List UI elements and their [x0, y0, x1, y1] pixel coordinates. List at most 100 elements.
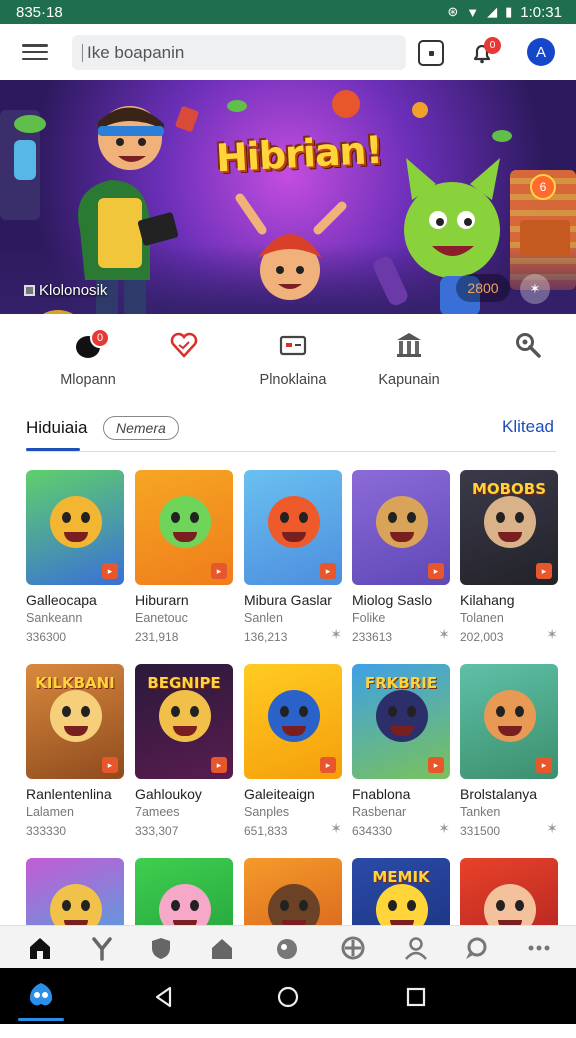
search-icon: [516, 333, 541, 358]
house-icon[interactable]: [208, 934, 236, 962]
game-count: 233613: [352, 630, 393, 644]
game-card[interactable]: MOBOBS ▸ Kilahang Tolanen 202,003 ✶: [460, 470, 558, 650]
thumbnail-title: FRKBRIE: [364, 674, 438, 692]
ticket-icon: [279, 335, 307, 356]
battery-icon: ▮: [505, 4, 513, 19]
game-card[interactable]: ▸ Brolstalanya Tanken 331500 ✶: [460, 664, 558, 844]
scan-icon[interactable]: [418, 40, 444, 66]
game-subtitle: Sankeann: [26, 611, 83, 625]
game-card[interactable]: FRKBRIE ▸ Fnablona Rasbenar 634330 ✶: [352, 664, 450, 844]
category-row: 0 Mlopann Plnoklaina Kapunain: [0, 320, 576, 400]
game-card[interactable]: ▸ Mibura Gaslar Sanlen 136,213 ✶: [244, 470, 342, 650]
share-icon[interactable]: ✶: [520, 274, 550, 304]
status-clock: 1:0:31: [520, 3, 562, 21]
hero-title: Hibrian!: [214, 127, 383, 181]
game-count: 333,307: [135, 824, 179, 838]
y-icon[interactable]: [88, 934, 116, 962]
category-badge: 0: [90, 328, 110, 348]
game-card[interactable]: ▸ Miolog Saslo Folike 233613 ✶: [352, 470, 450, 650]
search-placeholder: Ike boapanin: [87, 42, 185, 62]
caption-square-icon: [24, 285, 35, 296]
game-subtitle: 7amees: [135, 805, 180, 819]
game-count: 634330: [352, 824, 393, 838]
game-card[interactable]: ▸ Hiburarn Eanetouc 231,918: [135, 470, 233, 650]
star-icon[interactable]: ✶: [546, 820, 558, 837]
game-name: Galleocapa: [26, 592, 97, 608]
profile-icon[interactable]: [402, 934, 430, 962]
game-subtitle: Sanlen: [244, 611, 283, 625]
chat-icon[interactable]: [462, 934, 490, 962]
cloud-icon[interactable]: [273, 934, 301, 962]
app-logo-icon[interactable]: [26, 980, 56, 1010]
category-item-1[interactable]: [124, 320, 244, 400]
avatar[interactable]: A: [527, 38, 555, 66]
heart-icon: [170, 332, 198, 358]
play-badge-icon: ▸: [211, 563, 227, 579]
star-icon[interactable]: ✶: [438, 820, 450, 837]
play-badge-icon: ▸: [320, 563, 336, 579]
game-thumbnail[interactable]: MOBOBS ▸: [460, 470, 558, 585]
compass-icon[interactable]: [339, 934, 367, 962]
search-input[interactable]: Ike boapanin: [72, 35, 406, 70]
game-card[interactable]: BEGNIPE ▸ Gahloukoy 7amees 333,307: [135, 664, 233, 844]
status-icons: ⊛ ▼ ◢ ▮ 1:0:31: [447, 4, 562, 21]
game-thumbnail[interactable]: ▸: [352, 470, 450, 585]
thumbnail-title: KILKBANI: [35, 674, 115, 692]
recents-icon[interactable]: [403, 984, 429, 1010]
see-all-link[interactable]: Klitead: [502, 417, 554, 437]
section-header: Hiduiaia Nemera Klitead: [0, 408, 576, 452]
star-icon[interactable]: ✶: [546, 626, 558, 643]
game-count: 333330: [26, 824, 67, 838]
game-thumbnail[interactable]: ▸: [460, 664, 558, 779]
game-card[interactable]: ▸ Galleocapa Sankeann 336300: [26, 470, 124, 650]
play-badge-icon: ▸: [320, 757, 336, 773]
more-icon[interactable]: [525, 934, 553, 962]
game-thumbnail[interactable]: FRKBRIE ▸: [352, 664, 450, 779]
game-thumbnail[interactable]: KILKBANI ▸: [26, 664, 124, 779]
game-count: 331500: [460, 824, 501, 838]
game-subtitle: Folike: [352, 611, 386, 625]
category-item-3[interactable]: Kapunain: [349, 320, 469, 400]
menu-icon[interactable]: [22, 40, 48, 64]
game-name: Ranlentenlina: [26, 786, 112, 802]
game-thumbnail[interactable]: ▸: [135, 470, 233, 585]
game-thumbnail[interactable]: ▸: [244, 664, 342, 779]
game-subtitle: Sanples: [244, 805, 290, 819]
play-badge-icon: ▸: [428, 757, 444, 773]
section-title[interactable]: Hiduiaia: [26, 418, 87, 438]
star-icon[interactable]: ✶: [330, 626, 342, 643]
game-name: Hiburarn: [135, 592, 189, 608]
back-icon[interactable]: [151, 984, 177, 1010]
game-subtitle: Tolanen: [460, 611, 504, 625]
home-button-icon[interactable]: [275, 984, 301, 1010]
notification-badge: 0: [484, 37, 501, 54]
game-subtitle: Rasbenar: [352, 805, 407, 819]
thumbnail-title: MOBOBS: [471, 480, 547, 498]
category-item-2[interactable]: Plnoklaina: [233, 320, 353, 400]
game-name: Miolog Saslo: [352, 592, 433, 608]
game-card[interactable]: ▸ Galeiteaign Sanples 651,833 ✶: [244, 664, 342, 844]
game-subtitle: Eanetouc: [135, 611, 188, 625]
game-thumbnail[interactable]: ▸: [26, 470, 124, 585]
play-badge-icon: ▸: [102, 757, 118, 773]
status-bar: 835·18 ⊛ ▼ ◢ ▮ 1:0:31: [0, 0, 576, 24]
hero-price-pill[interactable]: 2800: [456, 274, 510, 302]
category-label: Kapunain: [378, 372, 440, 388]
category-item-4[interactable]: [468, 320, 576, 400]
play-badge-icon: ▸: [211, 757, 227, 773]
shield-icon[interactable]: [147, 934, 175, 962]
filter-chip[interactable]: Nemera: [103, 416, 179, 440]
status-time: 835·18: [16, 3, 63, 21]
game-thumbnail[interactable]: ▸: [244, 470, 342, 585]
game-count: 202,003: [460, 630, 504, 644]
thumbnail-title: BEGNIPE: [147, 674, 221, 692]
category-label: Plnoklaina: [259, 372, 327, 388]
game-card[interactable]: KILKBANI ▸ Ranlentenlina Lalamen 333330: [26, 664, 124, 844]
home-icon[interactable]: [26, 934, 54, 962]
game-thumbnail[interactable]: BEGNIPE ▸: [135, 664, 233, 779]
hero-banner[interactable]: Hibrian! 6 Klolonosik 2800 ✶: [0, 80, 576, 314]
star-icon[interactable]: ✶: [438, 626, 450, 643]
play-badge-icon: ▸: [428, 563, 444, 579]
star-icon[interactable]: ✶: [330, 820, 342, 837]
bank-icon: [397, 333, 421, 357]
